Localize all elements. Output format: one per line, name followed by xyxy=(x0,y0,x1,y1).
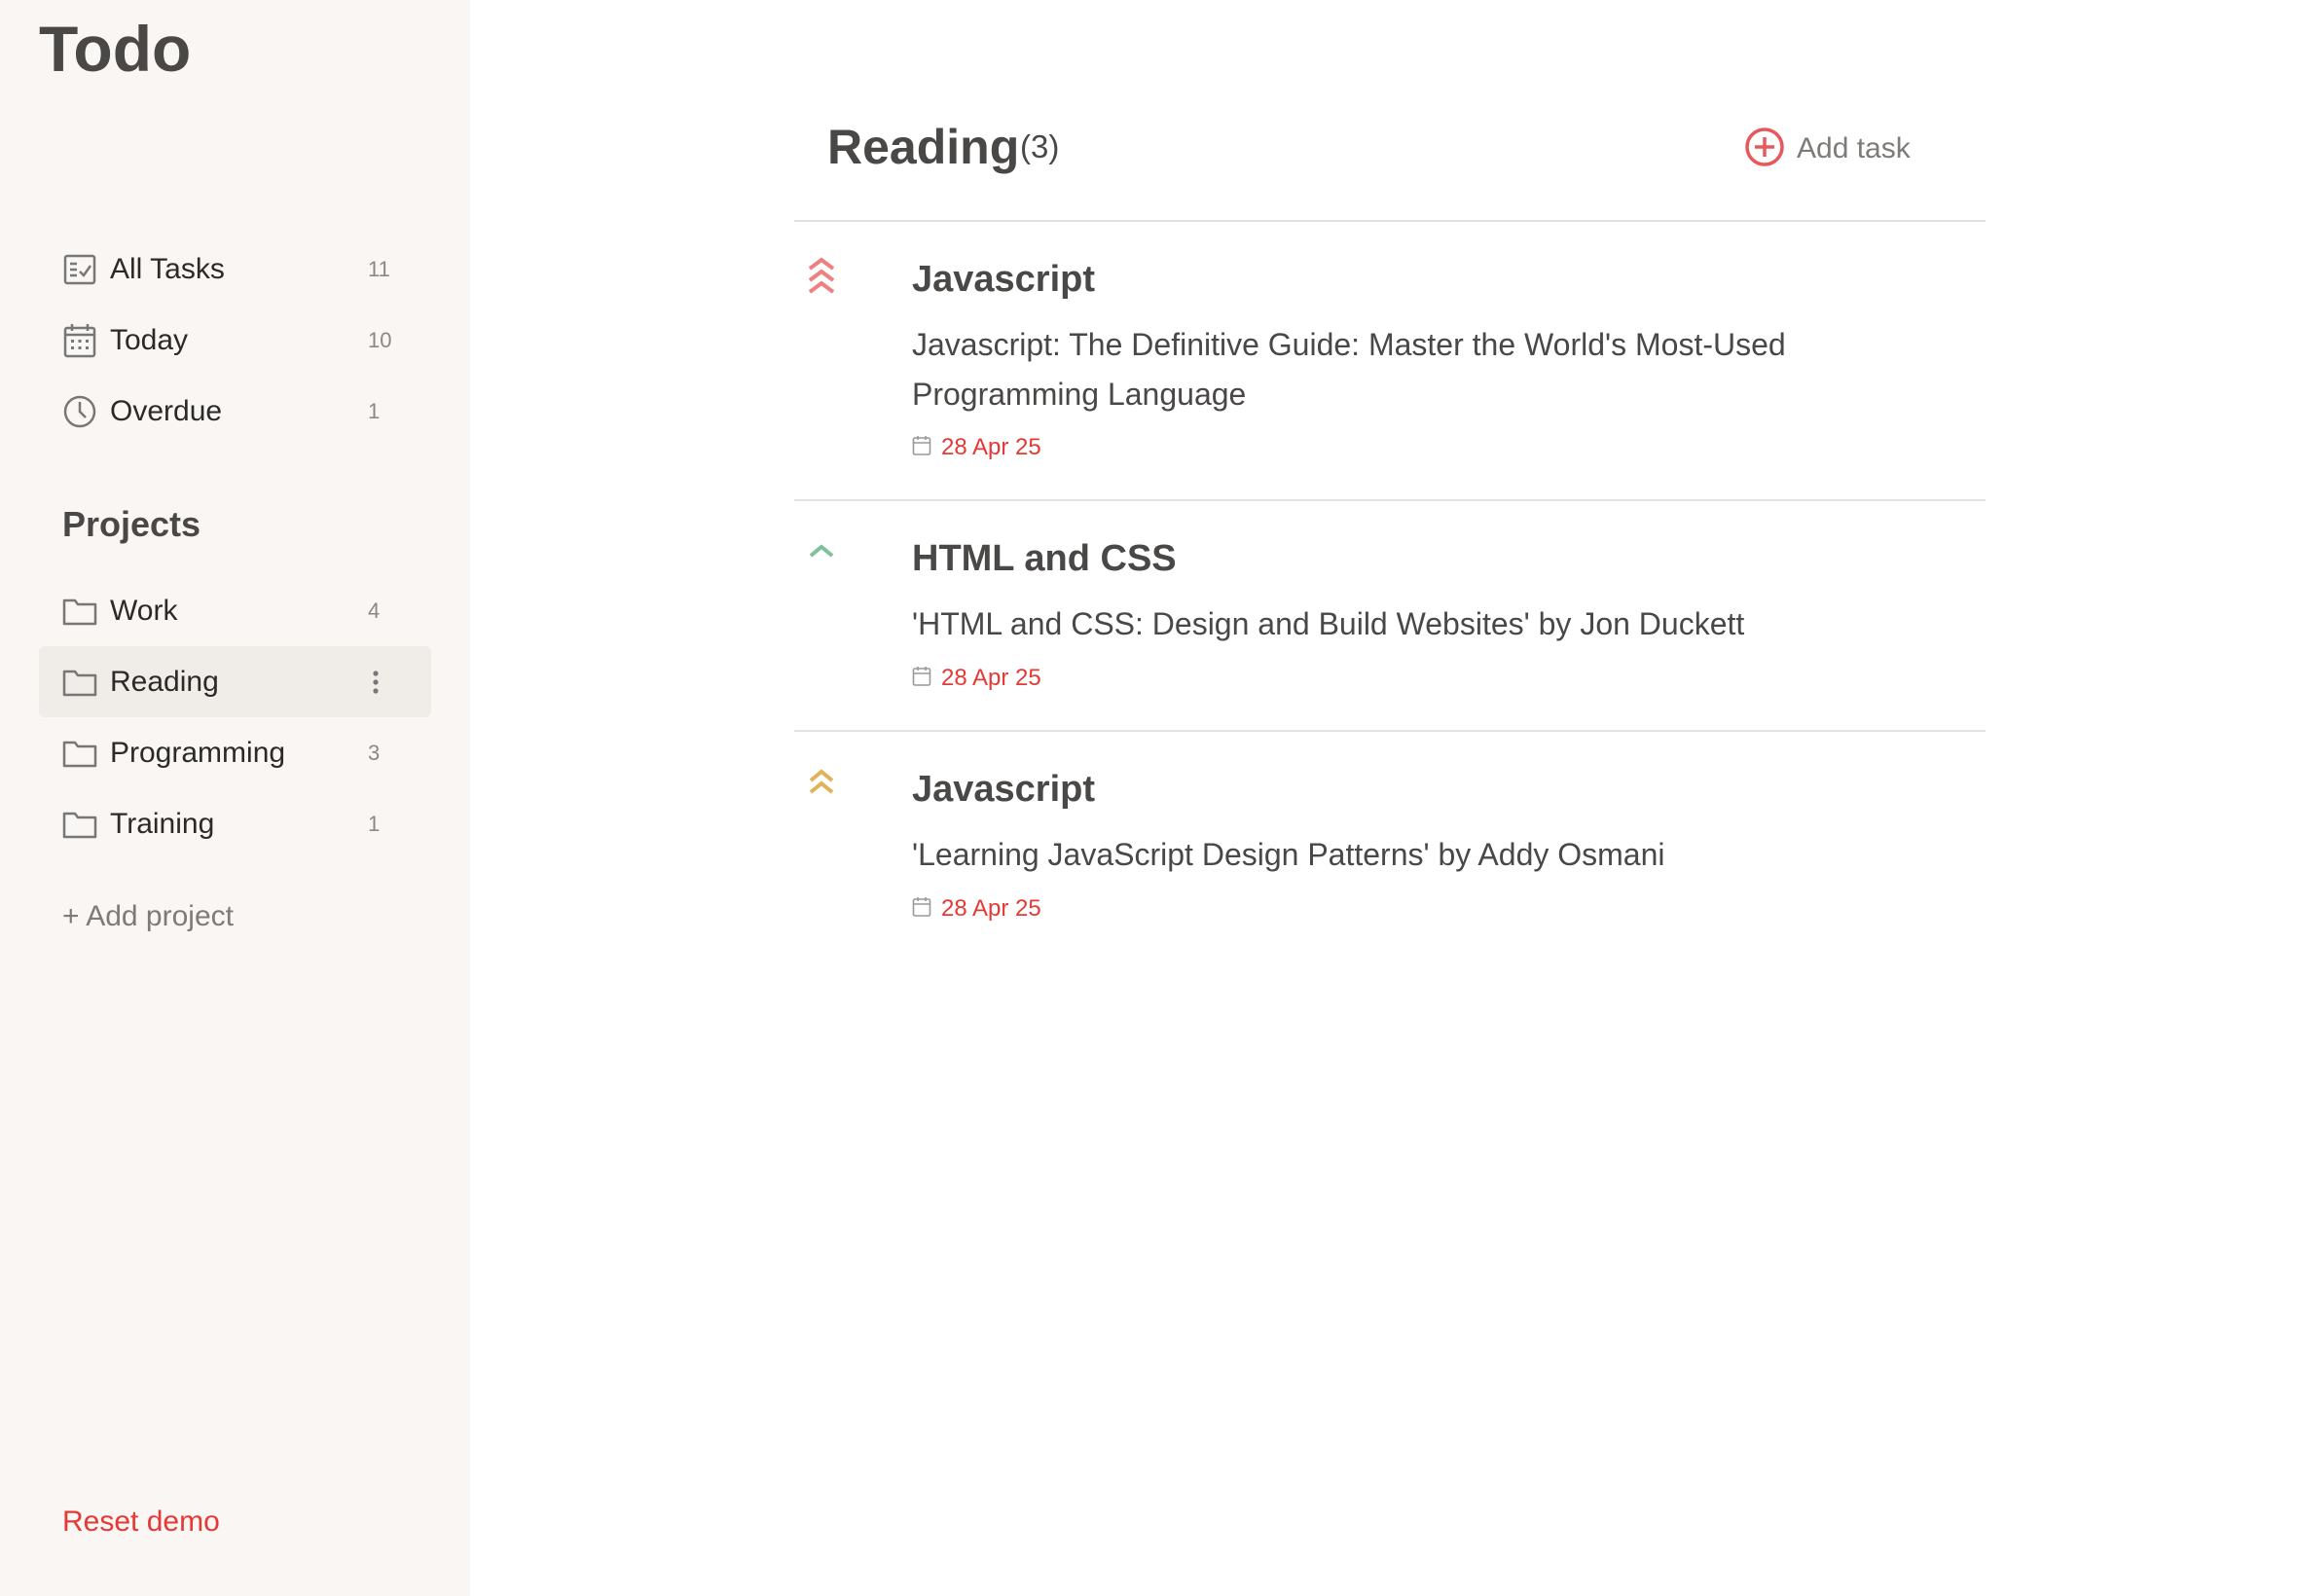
project-item-reading[interactable]: Reading xyxy=(39,646,431,717)
app: Todo All Tasks 11 Today 10 Overdue 1 Pro… xyxy=(0,0,2297,1596)
task-date-label: 28 Apr 25 xyxy=(941,895,1041,922)
project-item-programming[interactable]: Programming 3 xyxy=(39,717,431,788)
nav-count: 10 xyxy=(368,327,392,352)
task-title[interactable]: Javascript xyxy=(912,769,1095,811)
task-title[interactable]: Javascript xyxy=(912,259,1095,301)
nav-count: 1 xyxy=(368,398,381,423)
folder-icon xyxy=(62,807,97,842)
task-item: HTML and CSS 'HTML and CSS: Design and B… xyxy=(794,501,1986,732)
task-due-date: 28 Apr 25 xyxy=(912,664,1041,693)
project-item-work[interactable]: Work 4 xyxy=(39,575,431,646)
double-chevron-up-icon[interactable] xyxy=(804,769,839,812)
folder-icon xyxy=(62,736,97,771)
nav-item-today[interactable]: Today 10 xyxy=(39,305,431,376)
nav-label: Overdue xyxy=(110,394,223,427)
reset-demo-link[interactable]: Reset demo xyxy=(62,1505,220,1539)
task-count-badge: (3) xyxy=(1020,128,1060,164)
main-header: Reading (3) Add task xyxy=(794,107,1986,222)
task-due-date: 28 Apr 25 xyxy=(912,433,1041,462)
add-task-label: Add task xyxy=(1797,132,1911,164)
chevron-up-icon[interactable] xyxy=(804,542,839,585)
nav-item-all-tasks[interactable]: All Tasks 11 xyxy=(39,234,431,305)
nav-label: Reading xyxy=(110,665,219,698)
task-title[interactable]: HTML and CSS xyxy=(912,538,1177,580)
task-item: Javascript 'Learning JavaScript Design P… xyxy=(794,732,1986,961)
folder-icon xyxy=(62,665,97,700)
nav-label: Work xyxy=(110,594,178,627)
plus-circle-icon xyxy=(1744,127,1785,172)
nav-label: All Tasks xyxy=(110,252,225,285)
task-item: Javascript Javascript: The Definitive Gu… xyxy=(794,222,1986,501)
nav-count: 1 xyxy=(368,811,381,836)
calendar-icon xyxy=(912,666,931,692)
task-description: 'Learning JavaScript Design Patterns' by… xyxy=(912,837,1665,872)
nav-label: Today xyxy=(110,323,189,356)
app-title: Todo xyxy=(39,13,192,85)
task-date-label: 28 Apr 25 xyxy=(941,665,1041,691)
task-description: Javascript: The Definitive Guide: Master… xyxy=(912,327,1786,412)
task-due-date: 28 Apr 25 xyxy=(912,894,1041,924)
add-project-button[interactable]: + Add project xyxy=(62,900,234,933)
more-options-icon[interactable] xyxy=(366,663,385,702)
checklist-icon xyxy=(62,252,97,287)
nav-label: Programming xyxy=(110,736,286,769)
task-description: 'HTML and CSS: Design and Build Websites… xyxy=(912,606,1745,641)
projects-heading: Projects xyxy=(62,504,201,544)
add-task-button[interactable]: Add task xyxy=(1744,127,1911,171)
nav-label: Training xyxy=(110,807,215,840)
folder-icon xyxy=(62,594,97,629)
sidebar: Todo All Tasks 11 Today 10 Overdue 1 Pro… xyxy=(0,0,470,1596)
triple-chevron-up-icon[interactable] xyxy=(804,257,839,300)
nav-count: 3 xyxy=(368,740,381,765)
nav-item-overdue[interactable]: Overdue 1 xyxy=(39,376,431,447)
nav-count: 4 xyxy=(368,598,381,623)
projects-list: Work 4 Reading Programming 3 Training 1 xyxy=(39,575,431,859)
task-date-label: 28 Apr 25 xyxy=(941,434,1041,460)
project-item-training[interactable]: Training 1 xyxy=(39,788,431,859)
nav-count: 11 xyxy=(368,256,390,281)
filter-nav: All Tasks 11 Today 10 Overdue 1 xyxy=(39,234,431,447)
page-title: Reading xyxy=(827,120,1020,174)
calendar-icon xyxy=(912,435,931,461)
calendar-icon xyxy=(62,323,97,358)
clock-icon xyxy=(62,394,97,429)
calendar-icon xyxy=(912,896,931,923)
